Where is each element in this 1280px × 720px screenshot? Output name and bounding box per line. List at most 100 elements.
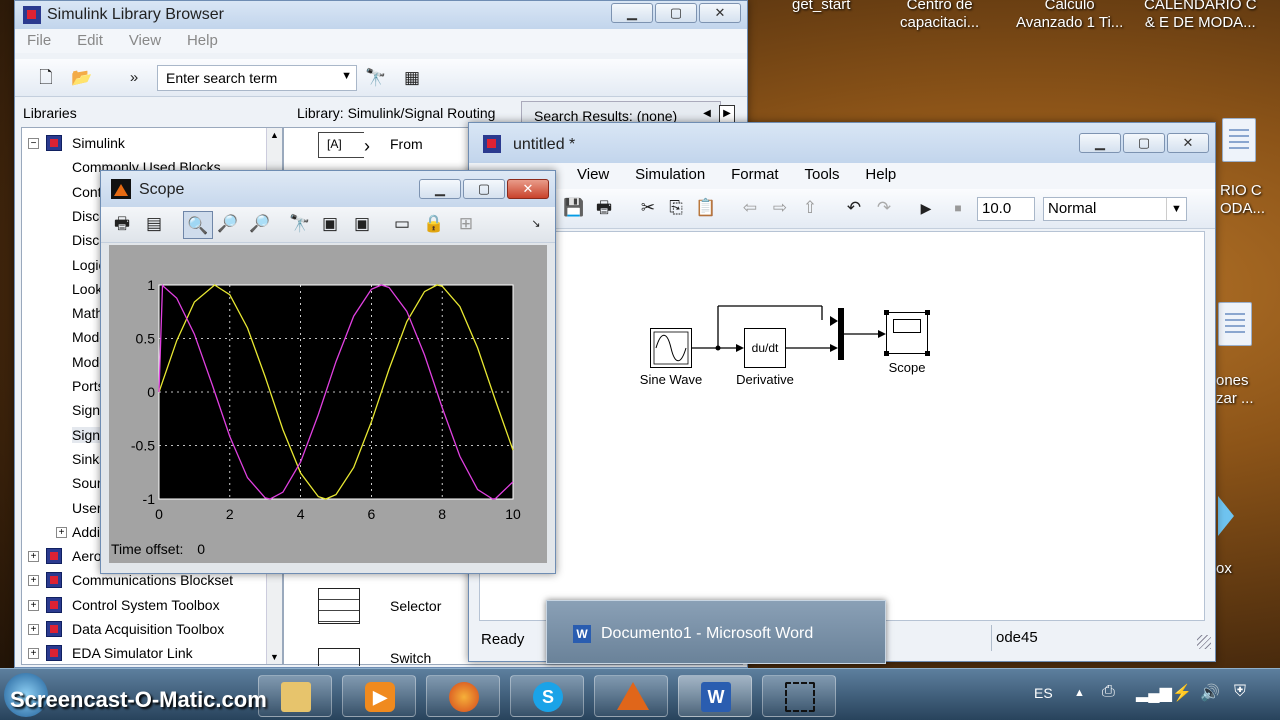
collapse-icon[interactable]: − <box>28 138 39 149</box>
back-icon[interactable]: ⇦ <box>739 197 761 219</box>
task-matlab[interactable] <box>594 675 668 717</box>
close-button[interactable]: ✕ <box>507 179 549 199</box>
undo-icon[interactable]: ↶ <box>843 197 865 219</box>
mux-block[interactable] <box>838 308 844 360</box>
menu-help[interactable]: Help <box>187 29 218 49</box>
toolbar-overflow-icon[interactable]: ↘ <box>525 213 547 235</box>
desktop-label-ox[interactable]: ox <box>1216 560 1232 578</box>
zoom-icon[interactable]: 🔍 <box>183 211 213 239</box>
search-input[interactable]: Enter search term ▼ <box>157 65 357 91</box>
task-firefox[interactable] <box>426 675 500 717</box>
battery-icon[interactable]: ⚡ <box>1172 683 1192 703</box>
close-button[interactable]: ✕ <box>1167 133 1209 153</box>
up-icon[interactable]: ⇧ <box>799 197 821 219</box>
restore-axes-icon[interactable]: ▣ <box>351 213 373 235</box>
desktop-arrow-icon[interactable] <box>1218 496 1234 536</box>
task-media-player[interactable]: ▶ <box>342 675 416 717</box>
stop-icon[interactable]: ■ <box>947 197 969 219</box>
model-titlebar[interactable]: untitled * ▁ ▢ ✕ <box>469 123 1215 163</box>
expand-icon[interactable]: + <box>28 575 39 587</box>
print-icon[interactable]: 🖶 <box>593 197 615 219</box>
desktop-label-calendario[interactable]: CALENDARIO C & E DE MODA... <box>1144 0 1257 32</box>
paste-icon[interactable]: 📋 <box>695 197 717 219</box>
expand-icon[interactable]: + <box>28 624 39 635</box>
minimize-button[interactable]: ▁ <box>611 3 653 23</box>
desktop-label-get-start[interactable]: get_start <box>792 0 850 14</box>
expand-icon[interactable]: + <box>28 551 39 563</box>
expand-icon[interactable]: + <box>56 526 67 538</box>
y-tick-label: 0 <box>147 384 155 400</box>
derivative-block[interactable]: du/dt <box>744 328 786 368</box>
chevron-down-icon[interactable]: ▼ <box>1166 198 1186 220</box>
menu-help[interactable]: Help <box>865 163 896 183</box>
task-skype[interactable]: S <box>510 675 584 717</box>
new-model-icon[interactable]: 🗋 <box>35 67 57 89</box>
close-button[interactable]: ✕ <box>699 3 741 23</box>
more-tools-icon[interactable]: » <box>123 67 145 89</box>
signal-selection-icon[interactable]: ⊞ <box>455 213 477 235</box>
desktop-file-icon[interactable] <box>1218 302 1252 346</box>
open-folder-icon[interactable]: 📂 <box>71 67 93 89</box>
print-icon[interactable]: 🖶 <box>111 213 133 235</box>
save-icon[interactable]: 💾 <box>563 197 585 219</box>
desktop-file-icon[interactable] <box>1222 118 1256 162</box>
volume-icon[interactable]: 🔊 <box>1200 683 1220 703</box>
window-title: untitled * <box>513 136 576 153</box>
expand-icon[interactable]: + <box>28 648 39 660</box>
expand-icon[interactable]: + <box>28 599 39 611</box>
stop-time-input[interactable]: 10.0 <box>977 197 1035 221</box>
maximize-button[interactable]: ▢ <box>463 179 505 199</box>
scope-titlebar[interactable]: Scope ▁ ▢ ✕ <box>101 171 555 207</box>
task-snipping[interactable] <box>762 675 836 717</box>
desktop-label-calculo[interactable]: Calculo Avanzado 1 Ti... <box>1016 0 1123 32</box>
menu-tools[interactable]: Tools <box>804 163 839 183</box>
desktop-label-rio[interactable]: RIO C ODA... <box>1220 182 1265 218</box>
zoom-x-icon[interactable]: 🔎 <box>217 213 239 235</box>
menu-format[interactable]: Format <box>731 163 779 183</box>
tab-scroll-left-icon[interactable]: ◀ <box>699 105 715 123</box>
maximize-button[interactable]: ▢ <box>655 3 697 23</box>
tree-item-label: Communications Blockset <box>72 572 234 589</box>
menu-simulation[interactable]: Simulation <box>635 163 705 183</box>
model-canvas[interactable]: Sine Wave du/dt Derivative Scope <box>479 231 1205 621</box>
lock-icon[interactable]: 🔒 <box>423 213 445 235</box>
maximize-button[interactable]: ▢ <box>1123 133 1165 153</box>
sine-wave-block[interactable] <box>650 328 692 368</box>
scope-block[interactable] <box>884 310 930 356</box>
minimize-button[interactable]: ▁ <box>419 179 461 199</box>
security-icon[interactable]: ⛨ <box>1234 683 1246 701</box>
from-block-arrow-icon: › <box>364 136 370 156</box>
autoscale-icon[interactable]: 🔭 <box>289 213 311 235</box>
zoom-y-icon[interactable]: 🔎 <box>249 213 271 235</box>
menu-edit[interactable]: Edit <box>77 29 103 49</box>
binoculars-icon[interactable]: 🔭 <box>365 67 387 89</box>
library-browser-titlebar[interactable]: Simulink Library Browser ▁ ▢ ✕ <box>15 1 747 29</box>
device-icon[interactable]: ⎙ <box>1102 683 1115 701</box>
show-hidden-icons-icon[interactable]: ▲ <box>1074 687 1085 699</box>
cut-icon[interactable]: ✂ <box>637 197 659 219</box>
redo-icon[interactable]: ↷ <box>873 197 895 219</box>
sim-mode-select[interactable]: Normal ▼ <box>1043 197 1187 221</box>
network-signal-icon[interactable]: ▂▄▆ <box>1136 683 1172 703</box>
copy-icon[interactable]: ⎘ <box>665 197 687 219</box>
minimize-button[interactable]: ▁ <box>1079 133 1121 153</box>
menu-view[interactable]: View <box>129 29 161 49</box>
parameters-icon[interactable]: ▤ <box>143 213 165 235</box>
language-indicator[interactable]: ES <box>1034 685 1053 701</box>
desktop-label-ones[interactable]: ones zar ... <box>1216 372 1254 408</box>
forward-icon[interactable]: ⇨ <box>769 197 791 219</box>
floating-scope-icon[interactable]: ▭ <box>391 213 413 235</box>
resize-grip-icon[interactable] <box>1197 635 1211 649</box>
task-word[interactable]: W <box>678 675 752 717</box>
menu-file[interactable]: File <box>27 29 51 49</box>
menu-view[interactable]: View <box>577 163 609 183</box>
taskbar-preview-popup[interactable]: W Documento1 - Microsoft Word <box>546 600 886 664</box>
tab-scroll-right-icon[interactable]: ▶ <box>719 105 735 123</box>
save-axes-icon[interactable]: ▣ <box>319 213 341 235</box>
search-options-icon[interactable]: ▦ <box>401 67 423 89</box>
task-explorer[interactable] <box>258 675 332 717</box>
chevron-down-icon[interactable]: ▼ <box>341 70 352 82</box>
library-toolbar: 🗋 📂 » Enter search term ▼ 🔭 ▦ <box>15 59 747 97</box>
run-icon[interactable]: ▶ <box>915 197 937 219</box>
desktop-label-centro[interactable]: Centro de capacitaci... <box>900 0 979 32</box>
